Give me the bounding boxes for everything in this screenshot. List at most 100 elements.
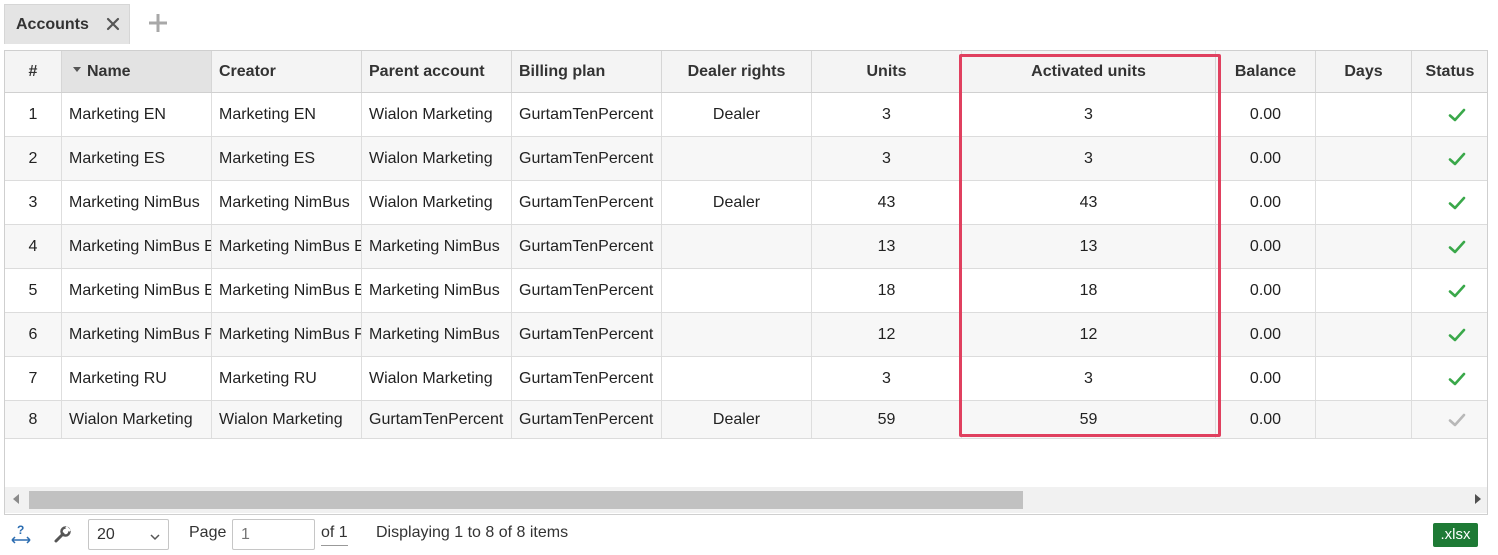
cell-days [1316, 313, 1412, 356]
column-header-dealer-rights[interactable]: Dealer rights [662, 51, 812, 92]
chevron-down-icon [150, 529, 160, 541]
cell-name: Wialon Marketing [62, 401, 212, 438]
cell-dealer-rights: Dealer [662, 93, 812, 136]
page-size-select[interactable]: 20 [88, 519, 169, 550]
column-header-label: Billing plan [519, 63, 606, 80]
cell-num: 6 [5, 313, 62, 356]
cell-balance: 0.00 [1216, 401, 1316, 438]
page-number-input[interactable] [232, 519, 315, 550]
tab-bar: Accounts [0, 0, 1498, 46]
column-header-activated-units[interactable]: Activated units [962, 51, 1216, 92]
export-xlsx-button[interactable]: .xlsx [1433, 523, 1478, 547]
cell-parent-account: Marketing NimBus [362, 313, 512, 356]
cell-activated-units: 43 [962, 181, 1216, 224]
help-resize-icon[interactable]: ? [10, 523, 32, 545]
cell-name: Marketing RU [62, 357, 212, 400]
cell-name: Marketing NimBus [62, 181, 212, 224]
column-header-days[interactable]: Days [1316, 51, 1412, 92]
cell-days [1316, 181, 1412, 224]
column-header-balance[interactable]: Balance [1216, 51, 1316, 92]
cell-balance: 0.00 [1216, 93, 1316, 136]
scroll-left-arrow-icon[interactable] [13, 494, 19, 504]
cell-num: 1 [5, 93, 62, 136]
status-cell [1412, 269, 1487, 312]
column-header-creator[interactable]: Creator [212, 51, 362, 92]
cell-parent-account: Wialon Marketing [362, 137, 512, 180]
table-row[interactable]: 3 Marketing NimBus Marketing NimBus Wialon … [5, 181, 1487, 225]
cell-parent-account: Marketing NimBus [362, 269, 512, 312]
status-cell [1412, 313, 1487, 356]
cell-name: Marketing NimBus F [62, 313, 212, 356]
table-row[interactable]: 8 Wialon Marketing Wialon Marketing GurtamT… [5, 401, 1487, 439]
tab-accounts[interactable]: Accounts [4, 4, 130, 44]
cell-activated-units: 3 [962, 93, 1216, 136]
scroll-right-arrow-icon[interactable] [1475, 494, 1481, 504]
column-header-num[interactable]: # [5, 51, 62, 92]
column-header-label: Status [1425, 63, 1475, 80]
cell-activated-units: 13 [962, 225, 1216, 268]
close-icon[interactable] [103, 14, 123, 34]
display-summary: Displaying 1 to 8 of 8 items [376, 524, 569, 541]
cell-dealer-rights [662, 313, 812, 356]
page-label: Page [189, 524, 227, 541]
column-header-name[interactable]: Name [62, 51, 212, 92]
cell-billing-plan: GurtamTenPercent [512, 181, 662, 224]
cell-units: 3 [812, 93, 962, 136]
scrollbar-thumb[interactable] [29, 491, 1023, 509]
cell-parent-account: GurtamTenPercent [362, 401, 512, 438]
status-cell [1412, 181, 1487, 224]
status-inactive-check-icon [1448, 412, 1466, 428]
status-cell [1412, 225, 1487, 268]
table-row[interactable]: 5 Marketing NimBus E Marketing NimBus E Mar… [5, 269, 1487, 313]
cell-billing-plan: GurtamTenPercent [512, 357, 662, 400]
column-header-parent-account[interactable]: Parent account [362, 51, 512, 92]
cell-dealer-rights [662, 225, 812, 268]
cell-dealer-rights [662, 357, 812, 400]
column-header-label: Creator [219, 63, 276, 80]
status-active-check-icon [1448, 151, 1466, 167]
cell-name: Marketing NimBus E [62, 269, 212, 312]
cell-units: 12 [812, 313, 962, 356]
status-cell [1412, 401, 1487, 438]
column-header-label: Units [866, 63, 907, 80]
cell-balance: 0.00 [1216, 269, 1316, 312]
cell-days [1316, 93, 1412, 136]
status-cell [1412, 137, 1487, 180]
page-size-value: 20 [97, 526, 115, 543]
page-total-label: of 1 [321, 524, 348, 546]
column-header-status[interactable]: Status [1412, 51, 1487, 92]
cell-billing-plan: GurtamTenPercent [512, 137, 662, 180]
cell-balance: 0.00 [1216, 137, 1316, 180]
column-header-label: # [28, 63, 38, 80]
cell-units: 43 [812, 181, 962, 224]
cell-balance: 0.00 [1216, 357, 1316, 400]
accounts-grid: # Name Creator Parent account Billing plan De… [4, 50, 1488, 515]
cell-dealer-rights [662, 269, 812, 312]
cell-days [1316, 401, 1412, 438]
status-active-check-icon [1448, 327, 1466, 343]
cell-activated-units: 12 [962, 313, 1216, 356]
horizontal-scrollbar[interactable] [5, 487, 1487, 513]
column-header-units[interactable]: Units [812, 51, 962, 92]
column-header-billing-plan[interactable]: Billing plan [512, 51, 662, 92]
cell-dealer-rights [662, 137, 812, 180]
table-row[interactable]: 2 Marketing ES Marketing ES Wialon Marketin… [5, 137, 1487, 181]
table-row[interactable]: 7 Marketing RU Marketing RU Wialon Marketin… [5, 357, 1487, 401]
cell-name: Marketing EN [62, 93, 212, 136]
cell-billing-plan: GurtamTenPercent [512, 225, 662, 268]
cell-creator: Marketing NimBus E [212, 269, 362, 312]
column-header-label: Name [87, 63, 131, 80]
table-row[interactable]: 6 Marketing NimBus F Marketing NimBus F Mar… [5, 313, 1487, 357]
cell-days [1316, 357, 1412, 400]
cell-days [1316, 137, 1412, 180]
column-header-label: Activated units [1031, 63, 1146, 80]
plus-icon[interactable] [147, 12, 169, 34]
status-cell [1412, 93, 1487, 136]
table-row[interactable]: 1 Marketing EN Marketing EN Wialon Marketin… [5, 93, 1487, 137]
table-row[interactable]: 4 Marketing NimBus E Marketing NimBus E Mar… [5, 225, 1487, 269]
wrench-icon[interactable] [52, 523, 74, 545]
cell-num: 5 [5, 269, 62, 312]
cell-creator: Marketing ES [212, 137, 362, 180]
cell-creator: Marketing RU [212, 357, 362, 400]
cell-dealer-rights: Dealer [662, 401, 812, 438]
